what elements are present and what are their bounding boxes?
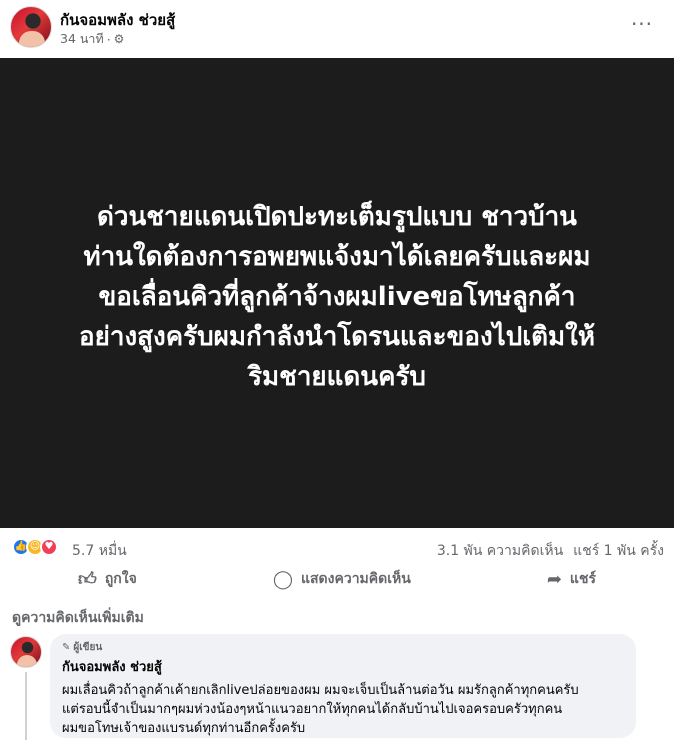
share-label: แชร์ (569, 571, 596, 587)
share-count[interactable]: แชร์ 1 พัน ครั้ง (573, 540, 664, 562)
post-text-background: ด่วนชายแดนเปิดปะทะเต็มรูปแบบ ชาวบ้าน ท่า… (0, 58, 674, 528)
post-text-line: ด่วนชายแดนเปิดปะทะเต็มรูปแบบ ชาวบ้าน (97, 202, 577, 232)
love-reaction-icon: ♥ (40, 538, 58, 556)
post-meta: 34 นาที · ⚙ (60, 29, 124, 49)
share-arrow-icon: ➦ (546, 568, 562, 590)
author-badge-label: ผู้เขียน (73, 641, 103, 653)
comment-line: ผมเลื่อนคิวถ้าลูกค้าเค้ายกเลิกliveปล่อยข… (62, 683, 579, 698)
comment-label: แสดงความคิดเห็น (300, 571, 411, 587)
post-text-line: อย่างสูงครับผมกำลังนำโดรนและของไปเติมให้ (79, 322, 595, 352)
comment-bubble-icon: ◯ (272, 568, 293, 590)
author-avatar[interactable] (10, 6, 52, 48)
thumbs-up-icon: 👍︎ (78, 569, 97, 590)
comment-button[interactable]: ◯ แสดงความคิดเห็น (259, 564, 425, 594)
like-label: ถูกใจ (104, 571, 137, 587)
commenter-name[interactable]: กันจอมพลัง ช่วยสู้ (62, 656, 624, 677)
thread-line (25, 672, 27, 740)
comment-text: ผมเลื่อนคิวถ้าลูกค้าเค้ายกเลิกliveปล่อยข… (62, 681, 624, 738)
more-options-button[interactable]: ··· (624, 10, 660, 38)
post-text: ด่วนชายแดนเปิดปะทะเต็มรูปแบบ ชาวบ้าน ท่า… (32, 197, 642, 397)
reaction-count[interactable]: 5.7 หมื่น (72, 540, 127, 562)
post-text-line: ท่านใดต้องการอพยพแจ้งมาได้เลยครับและผม (83, 242, 591, 272)
meta-separator: · (106, 31, 111, 47)
post-header: กันจอมพลัง ช่วยสู้ 34 นาที · ⚙ ··· (0, 0, 674, 56)
pencil-icon: ✎ (62, 641, 71, 653)
comment-count[interactable]: 3.1 พัน ความคิดเห็น (437, 540, 563, 562)
post-text-line: ขอเลื่อนคิวที่ลูกค้าจ้างผมliveขอโทษลูกค้… (98, 282, 576, 312)
comment-line: แต่รอบนี้จำเป็นมากๆผมห่วงน้องๆหน้าแนวอยา… (62, 702, 563, 717)
reaction-icons[interactable]: 👍 ☺ ♥ (12, 538, 58, 556)
author-badge: ✎ ผู้เขียน (62, 640, 624, 654)
like-button[interactable]: 👍︎ ถูกใจ (64, 564, 151, 594)
comment-bubble: ✎ ผู้เขียน กันจอมพลัง ช่วยสู้ ผมเลื่อนคิ… (50, 634, 636, 738)
gear-icon[interactable]: ⚙ (114, 32, 125, 46)
view-more-comments-link[interactable]: ดูความคิดเห็นเพิ่มเติม (12, 607, 144, 629)
comment-line: ผมขอโทษเจ้าของแบรนด์ทุกท่านอีกครั้งครับ (62, 721, 306, 736)
commenter-avatar[interactable] (10, 636, 42, 668)
post-text-line: ริมชายแดนครับ (248, 362, 426, 392)
post-time[interactable]: 34 นาที (60, 29, 104, 49)
post-stats: 👍 ☺ ♥ 5.7 หมื่น 3.1 พัน ความคิดเห็น แชร์… (0, 532, 674, 562)
action-bar: 👍︎ ถูกใจ ◯ แสดงความคิดเห็น ➦ แชร์ (10, 563, 664, 595)
share-button[interactable]: ➦ แชร์ (533, 564, 610, 594)
stats-right: 3.1 พัน ความคิดเห็น แชร์ 1 พัน ครั้ง (437, 540, 664, 562)
